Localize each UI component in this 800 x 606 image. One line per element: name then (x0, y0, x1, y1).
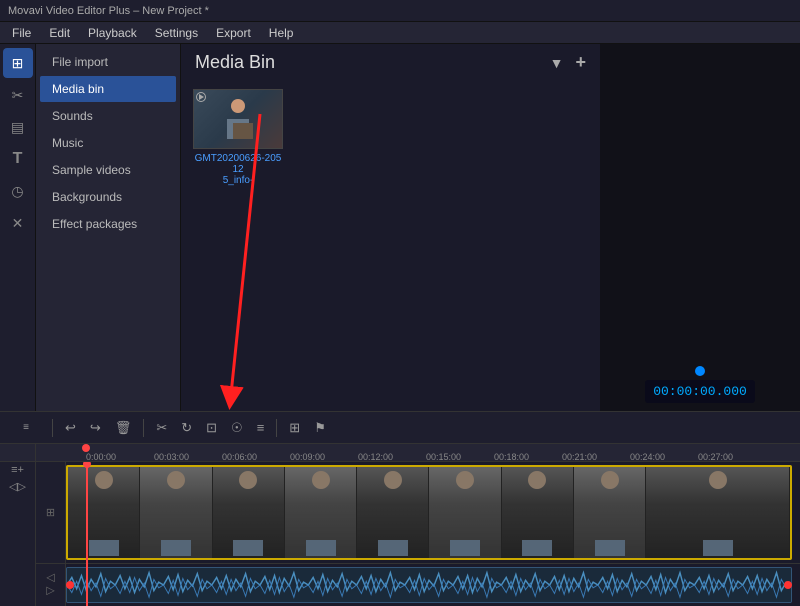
content-area: Media Bin ▼ + (181, 44, 600, 411)
media-bin-header: Media Bin ▼ + (181, 44, 600, 81)
filter-icon[interactable]: ▼ (550, 55, 564, 71)
menu-edit[interactable]: Edit (41, 24, 78, 42)
header-icons: ▼ + (550, 52, 586, 73)
menu-playback[interactable]: Playback (80, 24, 145, 42)
video-frame (502, 467, 574, 558)
menu-bar: File Edit Playback Settings Export Help (0, 22, 800, 44)
menu-help[interactable]: Help (261, 24, 302, 42)
video-frame (140, 467, 212, 558)
delete-button[interactable]: 🗑 (111, 418, 136, 438)
timeline-settings-icon[interactable]: ≡ (19, 420, 33, 435)
video-frame (574, 467, 646, 558)
video-frame (213, 467, 285, 558)
redo-button[interactable]: ↪ (86, 418, 105, 438)
tools-icon-btn[interactable]: ✕ (3, 208, 33, 238)
video-track: ⊞ (36, 462, 800, 564)
levels-button[interactable]: ≡ (253, 418, 269, 437)
media-grid: GMT20200626-205125_info- (181, 81, 600, 411)
audio-track: ◁▷ // Generate waveform bars via inline … (36, 564, 800, 606)
audio-track-icon[interactable]: ◁▷ (44, 572, 57, 598)
title-bar: Movavi Video Editor Plus – New Project * (0, 0, 800, 22)
scissors-icon-btn[interactable]: ✂ (3, 80, 33, 110)
main-area: ⊞ ✂ ▤ T ◷ ✕ File import Media bin Sounds… (0, 44, 800, 411)
video-frame (68, 467, 140, 558)
nav-effect-packages[interactable]: Effect packages (40, 211, 176, 237)
preview-panel: 00:00:00.000 (600, 44, 800, 411)
text-icon-btn[interactable]: T (3, 144, 33, 174)
title-text: Movavi Video Editor Plus – New Project * (8, 5, 209, 17)
menu-settings[interactable]: Settings (147, 24, 206, 42)
flag-button[interactable]: ⚑ (310, 418, 330, 438)
nav-sidebar: File import Media bin Sounds Music Sampl… (36, 44, 181, 411)
clock-icon-btn[interactable]: ◷ (3, 176, 33, 206)
timeline-toolbar: ≡ ↩ ↪ 🗑 ✂ ↻ ⊡ ☉ ≡ ⊞ ⚑ (0, 412, 800, 444)
timecode: 00:00:00.000 (645, 380, 755, 403)
waveform: // Generate waveform bars via inline SVG… (67, 568, 791, 602)
nav-file-import[interactable]: File import (40, 49, 176, 75)
timeline-area: ≡ ↩ ↪ 🗑 ✂ ↻ ⊡ ☉ ≡ ⊞ ⚑ ≡+ ◁▷ (0, 411, 800, 606)
play-indicator (196, 92, 206, 102)
track-zoom-icon[interactable]: ≡+ (11, 464, 24, 476)
media-item[interactable]: GMT20200626-205125_info- (193, 89, 283, 186)
filter-icon-btn[interactable]: ▤ (3, 112, 33, 142)
nav-media-bin[interactable]: Media bin (40, 76, 176, 102)
nav-sounds[interactable]: Sounds (40, 103, 176, 129)
playhead-dot (695, 366, 705, 376)
track-nav-icon[interactable]: ◁▷ (9, 480, 26, 493)
menu-export[interactable]: Export (208, 24, 259, 42)
video-frame (646, 467, 790, 558)
nav-backgrounds[interactable]: Backgrounds (40, 184, 176, 210)
undo-button[interactable]: ↩ (61, 418, 80, 438)
video-frame (429, 467, 501, 558)
nav-sample-videos[interactable]: Sample videos (40, 157, 176, 183)
import-icon-btn[interactable]: ⊞ (3, 48, 33, 78)
tracks-content: ⊞ (36, 462, 800, 606)
timeline-ruler: 0:00:00 00:03:00 00:06:00 00:09:00 00:12… (36, 444, 800, 462)
cut-button[interactable]: ✂ (152, 418, 171, 438)
audio-clip[interactable]: // Generate waveform bars via inline SVG… (66, 567, 792, 603)
media-thumbnail (193, 89, 283, 149)
nav-music[interactable]: Music (40, 130, 176, 156)
video-frame (285, 467, 357, 558)
media-button[interactable]: ⊞ (285, 418, 304, 438)
crop-button[interactable]: ⊡ (202, 418, 221, 438)
video-clip[interactable] (66, 465, 792, 560)
media-label: GMT20200626-205125_info- (193, 153, 283, 186)
video-track-icon[interactable]: ⊞ (46, 506, 55, 519)
icon-sidebar: ⊞ ✂ ▤ T ◷ ✕ (0, 44, 36, 411)
menu-file[interactable]: File (4, 24, 39, 42)
video-frame (357, 467, 429, 558)
add-media-icon[interactable]: + (575, 52, 586, 73)
properties-button[interactable]: ☉ (227, 418, 247, 438)
media-bin-title: Media Bin (195, 52, 275, 73)
restore-button[interactable]: ↻ (177, 418, 196, 438)
